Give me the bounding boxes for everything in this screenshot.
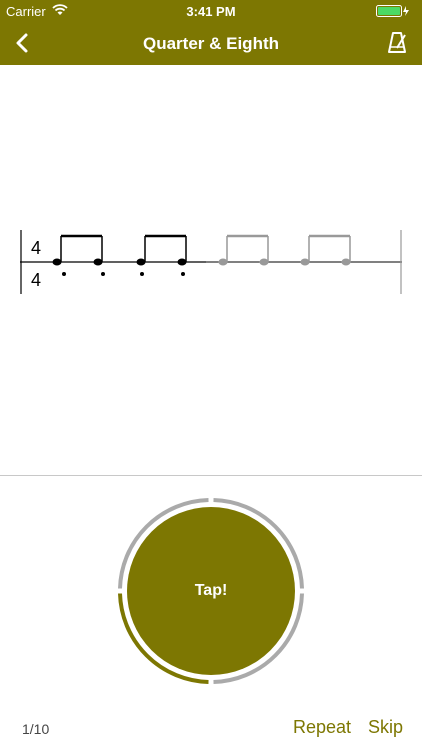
status-time: 3:41 PM: [186, 4, 236, 19]
status-bar: Carrier 3:41 PM: [0, 0, 422, 22]
section-divider: [0, 475, 422, 476]
skip-button[interactable]: Skip: [368, 717, 403, 738]
rhythm-staff: 4 4: [20, 230, 402, 294]
footer-bar: 1/10 Repeat Skip: [0, 714, 422, 742]
eighth-note-group-1: [52, 234, 105, 276]
time-signature-top: 4: [31, 238, 41, 258]
tap-button[interactable]: Tap!: [127, 507, 295, 675]
page-title: Quarter & Eighth: [142, 34, 279, 53]
eighth-note-group-3: [218, 234, 269, 266]
exercise-counter: 1/10: [22, 721, 50, 737]
time-signature-bottom: 4: [31, 270, 41, 290]
metronome-icon[interactable]: [384, 30, 410, 56]
app-header: Carrier 3:41 PM Quarter & Eighth: [0, 0, 422, 65]
battery-icon: [376, 5, 409, 17]
tap-area: Tap!: [116, 496, 306, 686]
eighth-note-group-4: [300, 234, 351, 266]
repeat-button[interactable]: Repeat: [293, 717, 351, 738]
nav-bar: Quarter & Eighth: [0, 22, 422, 65]
eighth-note-group-2: [136, 234, 187, 276]
